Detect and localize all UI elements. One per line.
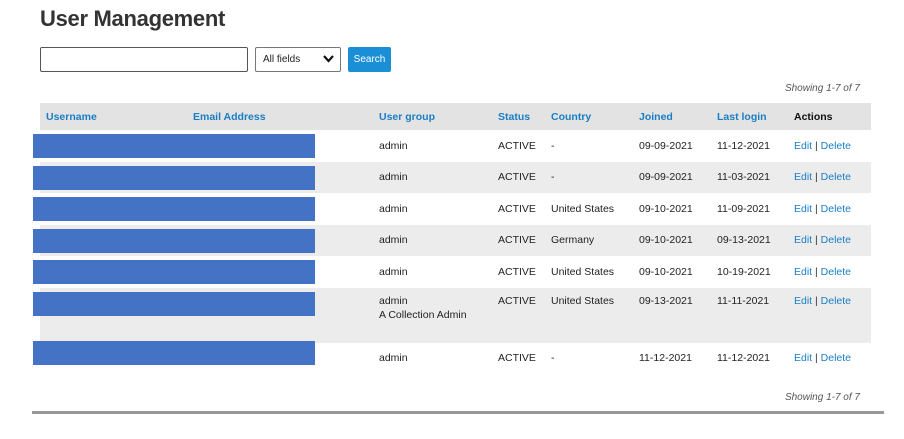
edit-link[interactable]: Edit	[794, 352, 812, 364]
column-header-joined[interactable]: Joined	[639, 103, 717, 130]
column-header-group[interactable]: User group	[379, 103, 498, 130]
page-title: User Management	[40, 6, 226, 31]
cell-actions: Edit | Delete	[794, 256, 871, 288]
cell-group: admin	[379, 352, 408, 365]
cell-group: admin	[379, 265, 408, 278]
cell-country: United States	[551, 202, 615, 215]
cell-last-login: 11-12-2021	[717, 139, 770, 152]
pagination-summary-bottom: Showing 1-7 of 7	[784, 392, 860, 403]
edit-link[interactable]: Edit	[794, 295, 812, 307]
column-header-status[interactable]: Status	[498, 103, 551, 130]
cell-status: ACTIVE	[498, 139, 536, 152]
redaction-block	[33, 341, 315, 365]
cell-actions: Edit | Delete	[794, 224, 871, 256]
edit-link[interactable]: Edit	[794, 203, 812, 215]
table-header-row: Username Email Address User group Status…	[40, 103, 871, 130]
cell-last-login: 11-11-2021	[717, 287, 794, 343]
delete-link[interactable]: Delete	[821, 295, 851, 307]
bottom-divider	[32, 411, 884, 414]
redaction-block	[33, 134, 315, 158]
cell-joined: 09-10-2021	[639, 202, 693, 215]
cell-actions: Edit | Delete	[794, 287, 871, 343]
cell-last-login: 11-12-2021	[717, 352, 770, 365]
action-separator: |	[815, 234, 818, 247]
cell-group: admin	[379, 139, 408, 152]
column-header-last-login[interactable]: Last login	[717, 103, 794, 130]
delete-link[interactable]: Delete	[821, 352, 851, 364]
cell-country: -	[551, 352, 555, 365]
delete-link[interactable]: Delete	[821, 234, 851, 246]
column-header-country[interactable]: Country	[551, 103, 639, 130]
edit-link[interactable]: Edit	[794, 266, 812, 278]
redaction-block	[33, 197, 315, 221]
cell-group: admin A Collection Admin	[379, 287, 498, 343]
search-button[interactable]: Search	[348, 47, 391, 72]
cell-last-login: 09-13-2021	[717, 224, 794, 256]
action-separator: |	[815, 294, 818, 307]
group-primary: admin	[379, 294, 408, 307]
cell-actions: Edit | Delete	[794, 130, 871, 162]
delete-link[interactable]: Delete	[821, 171, 851, 183]
action-separator: |	[815, 139, 818, 152]
edit-link[interactable]: Edit	[794, 171, 812, 183]
redaction-block	[33, 292, 315, 316]
edit-link[interactable]: Edit	[794, 140, 812, 152]
field-select[interactable]: All fields	[255, 47, 341, 72]
redaction-block	[33, 260, 315, 284]
cell-actions: Edit | Delete	[794, 343, 871, 375]
cell-status: ACTIVE	[498, 224, 551, 256]
cell-last-login: 11-03-2021	[717, 161, 794, 193]
search-input[interactable]	[40, 47, 248, 72]
action-separator: |	[815, 202, 818, 215]
cell-status: ACTIVE	[498, 161, 551, 193]
delete-link[interactable]: Delete	[821, 266, 851, 278]
redaction-block	[33, 166, 315, 190]
pagination-summary-top: Showing 1-7 of 7	[784, 83, 860, 94]
delete-link[interactable]: Delete	[821, 140, 851, 152]
cell-country: Germany	[551, 224, 639, 256]
field-select-value: All fields	[263, 54, 301, 65]
cell-actions: Edit | Delete	[794, 161, 871, 193]
chevron-down-icon	[323, 55, 334, 63]
action-separator: |	[815, 265, 818, 278]
edit-link[interactable]: Edit	[794, 234, 812, 246]
cell-group: admin	[379, 202, 408, 215]
cell-joined: 09-10-2021	[639, 224, 717, 256]
action-separator: |	[815, 171, 818, 184]
column-header-username[interactable]: Username	[40, 103, 193, 130]
column-header-email[interactable]: Email Address	[193, 103, 379, 130]
cell-status: ACTIVE	[498, 265, 536, 278]
action-separator: |	[815, 352, 818, 365]
cell-last-login: 10-19-2021	[717, 265, 771, 278]
cell-status: ACTIVE	[498, 352, 536, 365]
delete-link[interactable]: Delete	[821, 203, 851, 215]
cell-group: admin	[379, 224, 498, 256]
cell-last-login: 11-09-2021	[717, 202, 770, 215]
cell-country: United States	[551, 265, 615, 278]
cell-country: -	[551, 161, 639, 193]
redaction-block	[33, 229, 315, 253]
cell-country: United States	[551, 287, 639, 343]
cell-actions: Edit | Delete	[794, 193, 871, 225]
cell-joined: 09-09-2021	[639, 161, 717, 193]
column-header-actions: Actions	[794, 103, 871, 130]
cell-joined: 11-12-2021	[639, 352, 692, 365]
cell-group: admin	[379, 161, 498, 193]
cell-status: ACTIVE	[498, 202, 536, 215]
cell-country: -	[551, 139, 555, 152]
cell-joined: 09-13-2021	[639, 287, 717, 343]
group-secondary: A Collection Admin	[379, 308, 467, 321]
cell-joined: 09-10-2021	[639, 265, 693, 278]
cell-joined: 09-09-2021	[639, 139, 693, 152]
cell-status: ACTIVE	[498, 287, 551, 343]
